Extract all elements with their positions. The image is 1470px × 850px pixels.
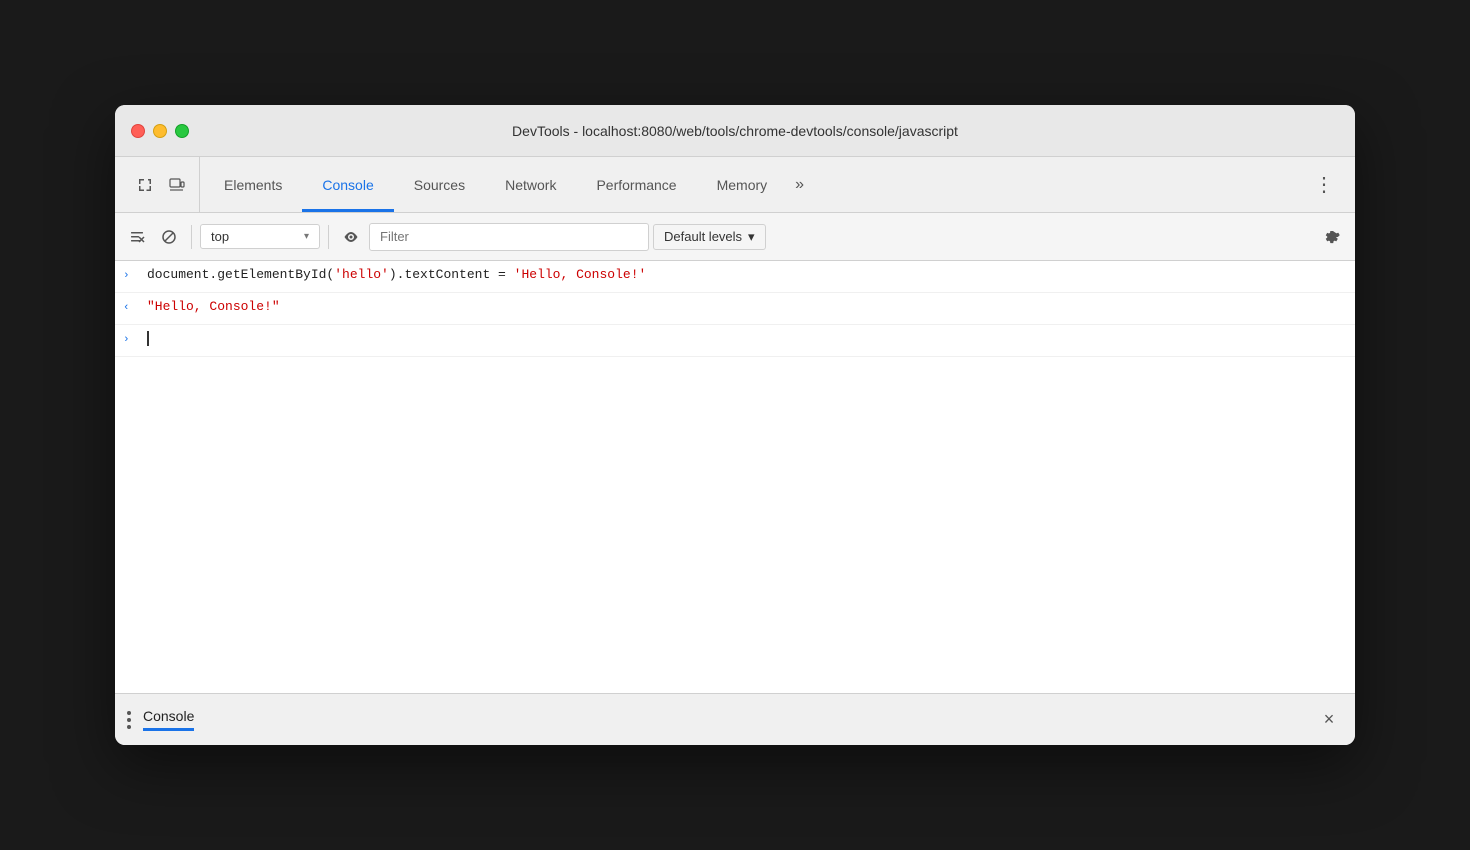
device-icon[interactable]	[163, 171, 191, 199]
cursor-arrow: ›	[123, 329, 143, 349]
eye-button[interactable]	[337, 223, 365, 251]
toolbar-divider-1	[191, 225, 192, 249]
console-line-output: ‹ "Hello, Console!"	[115, 293, 1355, 325]
console-content-input: document.getElementById('hello').textCon…	[143, 265, 1347, 285]
console-content-output: "Hello, Console!"	[143, 297, 1347, 317]
title-bar: DevTools - localhost:8080/web/tools/chro…	[115, 105, 1355, 157]
text-cursor	[147, 331, 149, 346]
toolbar-divider-2	[328, 225, 329, 249]
tab-sources[interactable]: Sources	[394, 157, 485, 212]
window-title: DevTools - localhost:8080/web/tools/chro…	[512, 123, 958, 139]
input-arrow: ›	[123, 265, 143, 285]
tab-elements[interactable]: Elements	[204, 157, 302, 212]
levels-selector[interactable]: Default levels ▾	[653, 224, 766, 250]
console-cursor	[143, 329, 1347, 349]
maximize-button[interactable]	[175, 124, 189, 138]
devtools-menu-button[interactable]: ⋮	[1302, 157, 1347, 212]
console-line-input: › document.getElementById('hello').textC…	[115, 261, 1355, 293]
tab-bar: Elements Console Sources Network Perform…	[115, 157, 1355, 213]
settings-button[interactable]	[1319, 223, 1347, 251]
bottom-console-tab[interactable]: Console	[143, 708, 194, 731]
bottom-bar: Console ×	[115, 693, 1355, 745]
close-button[interactable]	[131, 124, 145, 138]
console-input-line[interactable]: ›	[115, 325, 1355, 357]
inspect-icon[interactable]	[131, 171, 159, 199]
console-toolbar: top ▾ Default levels ▾	[115, 213, 1355, 261]
more-tabs-button[interactable]: »	[787, 157, 812, 212]
clear-console-button[interactable]	[123, 223, 151, 251]
tab-console[interactable]: Console	[302, 157, 393, 212]
bottom-menu-dots[interactable]	[127, 711, 131, 729]
tab-performance[interactable]: Performance	[576, 157, 696, 212]
filter-input[interactable]	[369, 223, 649, 251]
context-arrow: ▾	[304, 231, 309, 242]
devtools-window: DevTools - localhost:8080/web/tools/chro…	[115, 105, 1355, 745]
traffic-lights	[131, 124, 189, 138]
bottom-close-button[interactable]: ×	[1315, 706, 1343, 734]
devtools-icons	[123, 157, 200, 212]
tab-bar-spacer	[812, 157, 1302, 212]
output-arrow: ‹	[123, 297, 143, 317]
minimize-button[interactable]	[153, 124, 167, 138]
context-selector[interactable]: top ▾	[200, 224, 320, 249]
tab-network[interactable]: Network	[485, 157, 576, 212]
console-output[interactable]: › document.getElementById('hello').textC…	[115, 261, 1355, 693]
stop-recording-button[interactable]	[155, 223, 183, 251]
tab-memory[interactable]: Memory	[697, 157, 788, 212]
